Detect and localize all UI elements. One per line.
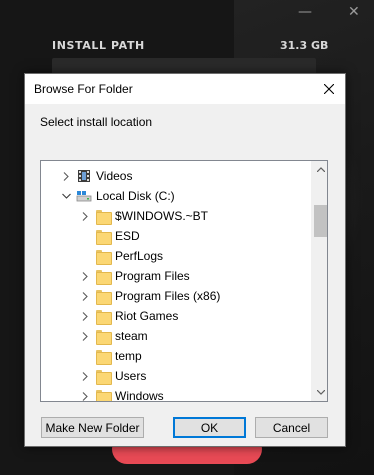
tree-item-label: Users [115, 369, 147, 383]
tree-item-label: Videos [96, 169, 133, 183]
chevron-right-icon[interactable] [78, 309, 92, 323]
folder-icon [95, 228, 112, 245]
folder-icon [95, 248, 112, 265]
folder-icon [95, 208, 112, 225]
chevron-down-icon[interactable] [59, 189, 73, 203]
drive-icon [76, 188, 92, 204]
folder-icon [95, 268, 112, 285]
folder-icon [95, 388, 112, 401]
scroll-up-arrow[interactable] [312, 161, 327, 178]
tree-item-label: steam [115, 329, 148, 343]
chevron-down-icon [316, 390, 325, 395]
tree-item[interactable]: Program Files (x86) [78, 286, 220, 306]
dialog-titlebar: Browse For Folder [25, 74, 345, 104]
tree-item[interactable]: Local Disk (C:) [59, 186, 175, 206]
tree-item[interactable]: Windows [78, 386, 164, 402]
tree-item[interactable]: Users [78, 366, 146, 386]
tree-item-label: PerfLogs [115, 249, 164, 263]
close-icon[interactable]: ✕ [348, 4, 360, 20]
ok-button[interactable]: OK [173, 417, 246, 438]
chevron-up-icon [316, 167, 325, 172]
chevron-right-icon[interactable] [78, 209, 92, 223]
make-new-folder-button[interactable]: Make New Folder [41, 417, 144, 438]
dialog-close-button[interactable] [313, 74, 345, 104]
chevron-right-icon[interactable] [78, 269, 92, 283]
tree-item[interactable]: $WINDOWS.~BT [78, 206, 208, 226]
chevron-right-icon[interactable] [59, 169, 73, 183]
cancel-button[interactable]: Cancel [255, 417, 328, 438]
folder-tree[interactable]: Videos Local Disk (C:) $WINDOWS.~BT ESD Perf… [40, 160, 328, 402]
install-path-label: INSTALL PATH [52, 39, 145, 52]
dialog-prompt: Select install location [40, 115, 153, 129]
tree-item[interactable]: temp [78, 346, 142, 366]
tree-item[interactable]: ESD [78, 226, 140, 246]
folder-icon [95, 348, 112, 365]
videos-icon [76, 168, 92, 184]
chevron-right-icon[interactable] [78, 289, 92, 303]
folder-icon [95, 288, 112, 305]
tree-scrollbar[interactable] [311, 161, 327, 401]
tree-item-label: Program Files [115, 269, 190, 283]
tree-item-label: Program Files (x86) [115, 289, 221, 303]
browse-folder-dialog: Browse For Folder Select install locatio… [24, 73, 346, 447]
install-size: 31.3 GB [280, 39, 329, 52]
tree-item-label: ESD [115, 229, 140, 243]
chevron-right-icon[interactable] [78, 389, 92, 401]
scroll-down-arrow[interactable] [312, 384, 327, 401]
tree-item-label: temp [115, 349, 142, 363]
close-icon [324, 84, 334, 94]
tree-item[interactable]: Riot Games [78, 306, 178, 326]
tree-item[interactable]: Videos [59, 166, 132, 186]
folder-icon [95, 368, 112, 385]
tree-item[interactable]: Program Files [78, 266, 190, 286]
folder-icon [95, 308, 112, 325]
tree-item-label: Windows [115, 389, 164, 402]
tree-item[interactable]: steam [78, 326, 148, 346]
chevron-right-icon[interactable] [78, 329, 92, 343]
tree-item-label: $WINDOWS.~BT [115, 209, 209, 223]
tree-item-label: Local Disk (C:) [96, 189, 175, 203]
minimize-icon[interactable]: — [298, 4, 312, 20]
tree-item[interactable]: PerfLogs [78, 246, 163, 266]
tree-item-label: Riot Games [115, 309, 179, 323]
folder-icon [95, 328, 112, 345]
scroll-thumb[interactable] [314, 205, 327, 237]
dialog-title: Browse For Folder [34, 82, 133, 96]
chevron-right-icon[interactable] [78, 369, 92, 383]
